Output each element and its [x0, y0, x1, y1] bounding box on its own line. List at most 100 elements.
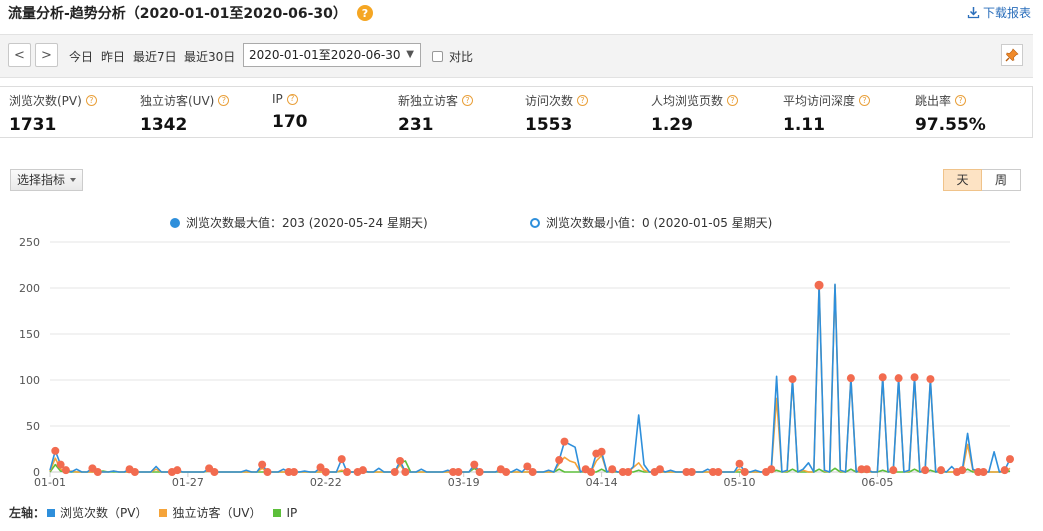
legend-swatch: [159, 508, 168, 517]
metric-uv: 独立访客(UV)? 1342: [140, 92, 230, 135]
data-point-marker: [358, 466, 367, 475]
compare-checkbox[interactable]: [432, 51, 443, 62]
pin-icon: [1005, 48, 1019, 62]
data-point-marker: [390, 468, 399, 476]
metric-label: 新独立访客: [398, 94, 459, 108]
x-tick-label: 01-01: [34, 476, 66, 489]
help-icon[interactable]: ?: [727, 95, 739, 106]
legend-label: 浏览次数（PV）: [60, 506, 148, 520]
data-point-marker: [878, 373, 887, 382]
data-point-marker: [470, 460, 479, 469]
data-point-marker: [714, 468, 723, 476]
metric-value: 231: [398, 115, 434, 135]
chart-legend: 左轴： 浏览次数（PV） 独立访客（UV） IP: [9, 504, 297, 521]
ring-circle-icon: [530, 217, 540, 228]
data-point-marker: [926, 375, 935, 384]
y-tick-label: 100: [19, 374, 40, 387]
min-value-annotation: 浏览次数最小值：0 (2020-01-05 星期天): [530, 214, 772, 231]
pin-button[interactable]: [1001, 44, 1023, 66]
data-point-marker: [937, 466, 946, 475]
legend-axis-label: 左轴：: [9, 506, 46, 520]
x-tick-label: 02-22: [310, 476, 342, 489]
data-point-marker: [560, 437, 569, 446]
data-point-marker: [921, 466, 930, 475]
period-toggle: 天 周: [943, 169, 1021, 191]
data-point-marker: [173, 466, 182, 475]
max-value-annotation: 浏览次数最大值：203 (2020-05-24 星期天): [170, 214, 428, 231]
compare-toggle[interactable]: 对比: [432, 48, 473, 65]
quick-last-30-days[interactable]: 最近30日: [184, 48, 235, 65]
date-range-value: 2020-01-01至2020-06-30: [249, 48, 401, 62]
page-title: 流量分析-趋势分析（2020-01-01至2020-06-30）: [8, 6, 347, 22]
legend-label: IP: [286, 505, 298, 520]
data-point-marker: [586, 468, 595, 476]
period-week-button[interactable]: 周: [982, 169, 1021, 191]
legend-item-ip[interactable]: IP: [273, 506, 297, 520]
filled-circle-icon: [170, 217, 180, 228]
data-point-marker: [958, 466, 967, 475]
compare-label: 对比: [449, 50, 474, 64]
data-point-marker: [555, 456, 564, 465]
help-icon[interactable]: ?: [356, 5, 373, 21]
series-line-pv: [49, 283, 1011, 473]
metrics-summary: 浏览次数(PV)? 1731 独立访客(UV)? 1342 IP? 170 新独…: [0, 86, 1033, 138]
download-report-link[interactable]: 下载报表: [967, 4, 1031, 21]
metric-label: 人均浏览页数: [651, 94, 724, 108]
x-tick-label: 06-05: [861, 476, 893, 489]
metric-label: 访问次数: [525, 94, 574, 108]
download-label: 下载报表: [982, 6, 1031, 20]
help-icon[interactable]: ?: [577, 95, 589, 106]
y-tick-label: 200: [19, 282, 40, 295]
metric-label: 独立访客(UV): [140, 94, 215, 108]
quick-last-7-days[interactable]: 最近7日: [133, 48, 177, 65]
legend-item-pv[interactable]: 浏览次数（PV）: [47, 504, 147, 521]
data-point-marker: [889, 466, 898, 475]
data-point-marker: [608, 465, 617, 474]
select-metric-dropdown[interactable]: 选择指标: [10, 169, 84, 191]
x-tick-label: 05-10: [724, 476, 756, 489]
prev-period-button[interactable]: <: [8, 43, 31, 67]
data-point-marker: [740, 468, 749, 476]
y-tick-label: 50: [26, 420, 40, 433]
data-point-marker: [528, 468, 537, 476]
metric-value: 1.29: [651, 115, 693, 135]
next-period-button[interactable]: >: [35, 43, 58, 67]
data-point-marker: [624, 468, 633, 476]
period-day-button[interactable]: 天: [943, 169, 982, 191]
metric-label: IP: [272, 92, 283, 106]
data-point-marker: [454, 468, 463, 476]
metric-value: 97.55%: [915, 115, 986, 135]
help-icon[interactable]: ?: [85, 95, 97, 106]
help-icon[interactable]: ?: [859, 95, 871, 106]
data-point-marker: [687, 468, 696, 476]
data-point-marker: [788, 375, 797, 384]
help-icon[interactable]: ?: [462, 95, 474, 106]
trend-chart: 05010015020025001-01 01-27 02-22 03-19 04-14…: [19, 236, 1014, 489]
data-point-marker: [979, 468, 988, 476]
data-point-marker: [210, 468, 219, 476]
help-icon[interactable]: ?: [286, 93, 298, 105]
metric-value: 1342: [140, 115, 188, 135]
metric-label: 平均访问深度: [783, 94, 856, 108]
data-point-marker: [1006, 455, 1014, 464]
metric-ip: IP? 170: [272, 92, 308, 132]
metric-label: 浏览次数(PV): [9, 94, 82, 108]
legend-swatch: [273, 508, 282, 517]
quick-yesterday[interactable]: 昨日: [101, 48, 125, 65]
date-range-select[interactable]: 2020-01-01至2020-06-30 ▼: [243, 43, 421, 67]
min-value-label: 浏览次数最小值：0 (2020-01-05 星期天): [546, 216, 773, 230]
select-metric-label: 选择指标: [17, 173, 66, 187]
data-point-marker: [502, 468, 511, 476]
data-point-marker: [475, 468, 484, 476]
metric-new-visitors: 新独立访客? 231: [398, 92, 474, 135]
y-tick-label: 150: [19, 328, 40, 341]
legend-item-uv[interactable]: 独立访客（UV）: [159, 504, 261, 521]
data-point-marker: [396, 456, 405, 465]
quick-today[interactable]: 今日: [69, 48, 93, 65]
data-point-marker: [130, 468, 139, 476]
help-icon[interactable]: ?: [218, 95, 230, 106]
data-point-marker: [263, 468, 272, 476]
help-icon[interactable]: ?: [955, 95, 967, 106]
series-line-uv: [49, 284, 1011, 473]
data-point-marker: [321, 468, 330, 476]
